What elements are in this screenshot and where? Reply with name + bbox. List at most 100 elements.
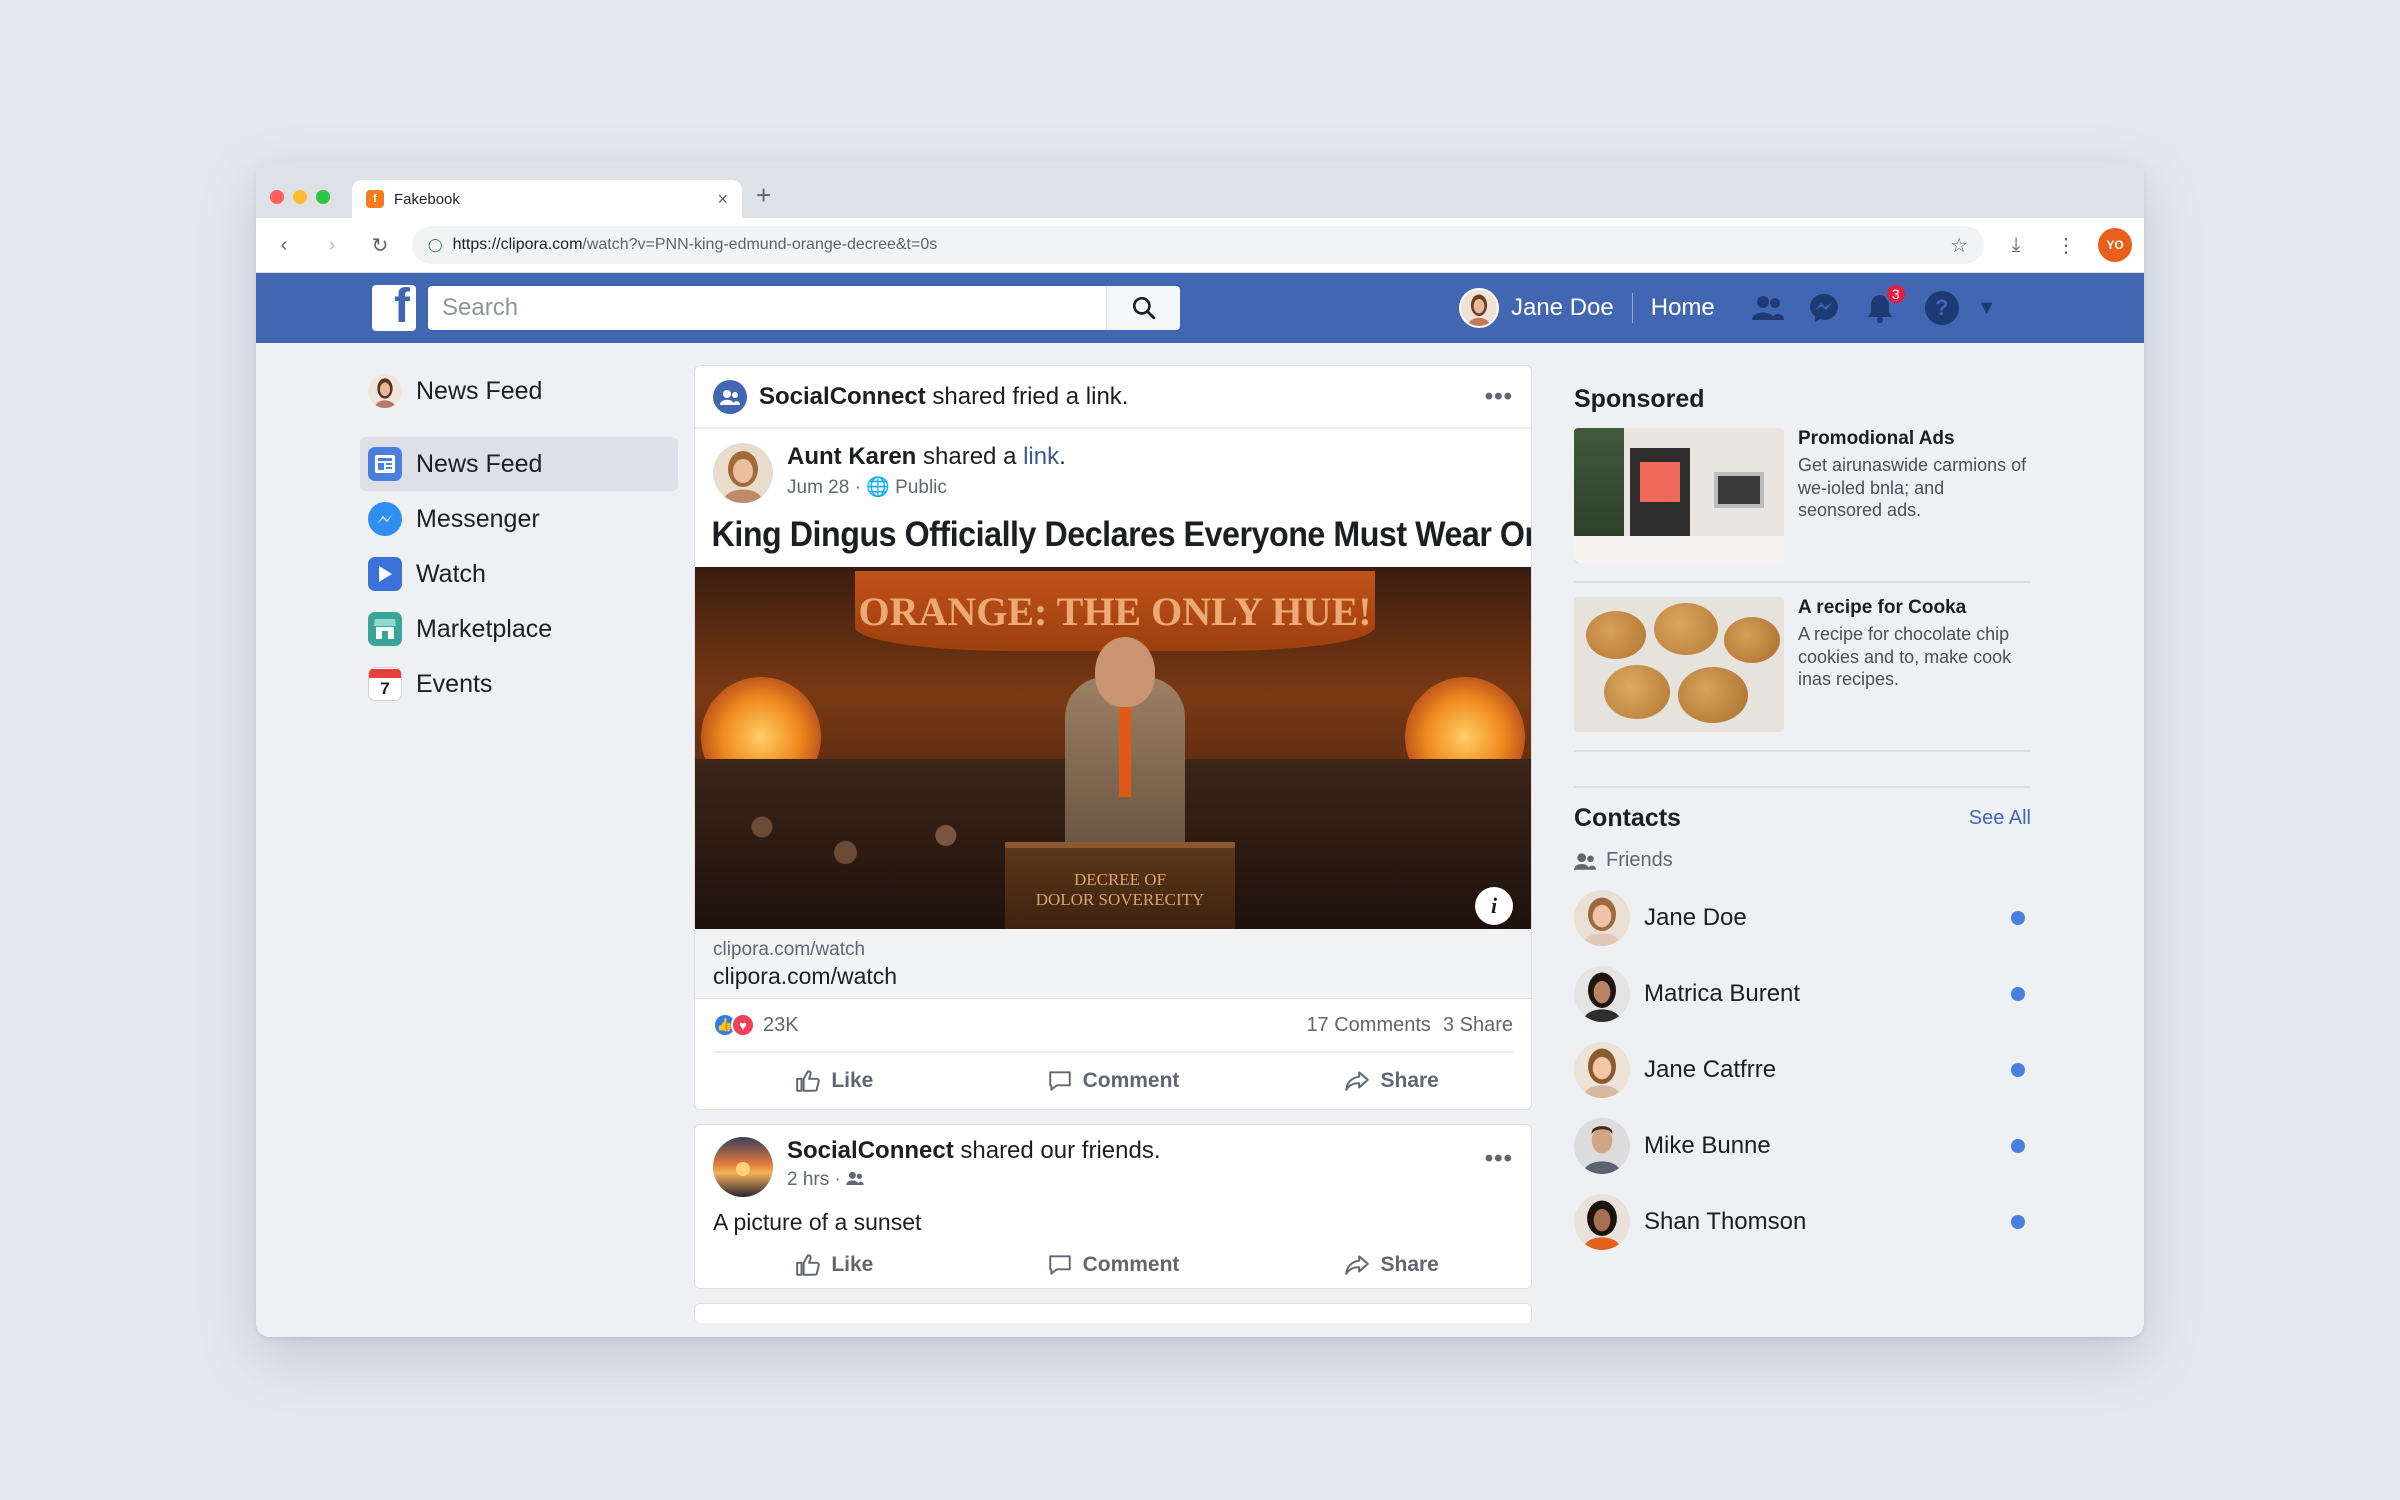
profile-avatar[interactable]: YO <box>2098 228 2132 262</box>
back-icon[interactable]: ‹ <box>268 229 300 261</box>
comment-label: Comment <box>1082 1069 1180 1092</box>
post-meta: 2 hrs · <box>787 1169 1160 1191</box>
meta-separator: · <box>854 477 867 498</box>
share-arrow-icon <box>1345 1071 1370 1091</box>
address-bar[interactable]: ◯ https://clipora.com /watch?v=PNN-king-… <box>412 226 1984 264</box>
sidebar-item-watch[interactable]: Watch <box>360 547 678 601</box>
header-right: Jane Doe Home 3 ? ▼ <box>1459 273 1997 343</box>
sidebar-item-news-feed[interactable]: News Feed <box>360 437 678 491</box>
notifications-bell-icon[interactable]: 3 <box>1861 283 1907 327</box>
group-icon <box>713 379 747 414</box>
post-date-link[interactable]: Jum 28 <box>787 477 849 498</box>
contact-item[interactable]: Jane Doe <box>1574 880 2031 956</box>
like-button[interactable]: Like <box>695 1252 974 1278</box>
globe-icon: 🌐 <box>866 477 890 498</box>
link-preview-caption[interactable]: clipora.com/watch clipora.com/watch <box>695 929 1531 999</box>
reaction-count[interactable]: 23K <box>763 1014 799 1037</box>
sponsored-ad[interactable]: Promodional Ads Get airunaswide carmions… <box>1574 414 2031 583</box>
notification-badge: 3 <box>1884 283 1907 305</box>
sidebar-item-messenger[interactable]: Messenger <box>360 492 678 546</box>
see-all-link[interactable]: See All <box>1969 807 2031 830</box>
author-action-text: shared a <box>916 443 1024 470</box>
share-arrow-icon <box>1345 1255 1370 1275</box>
comment-button[interactable]: Comment <box>974 1252 1253 1278</box>
contact-name: Mike Bunne <box>1644 1132 1771 1159</box>
friend-requests-icon[interactable] <box>1749 289 1787 327</box>
close-tab-icon[interactable]: × <box>717 189 728 210</box>
share-button[interactable]: Share <box>1252 1068 1531 1094</box>
friends-subheading: Friends <box>1574 849 2031 872</box>
news-feed-icon <box>368 447 402 481</box>
share-label: Share <box>1380 1253 1439 1276</box>
reload-icon[interactable]: ↻ <box>364 229 396 261</box>
forward-icon[interactable]: › <box>316 229 348 261</box>
group-name-link[interactable]: SocialConnect <box>787 1137 954 1164</box>
sidebar-item-marketplace[interactable]: Marketplace <box>360 602 678 656</box>
post-text: A picture of a sunset <box>713 1209 922 1235</box>
friends-audience-icon <box>846 1171 864 1185</box>
online-status-dot <box>2011 1063 2025 1077</box>
link-preview-image[interactable]: ORANGE: THE ONLY HUE! DECREE OF DOLOR SO… <box>695 567 1531 929</box>
author-name-link[interactable]: Aunt Karen <box>787 443 916 470</box>
sidebar-item-events[interactable]: 7 Events <box>360 657 678 711</box>
contact-item[interactable]: Shan Thomson <box>1574 1184 2031 1260</box>
share-button[interactable]: Share <box>1252 1252 1531 1278</box>
sidebar-item-label: Events <box>416 669 493 698</box>
sidebar-profile-link[interactable]: News Feed <box>360 363 678 419</box>
user-avatar[interactable] <box>1459 288 1499 328</box>
sunset-avatar[interactable] <box>713 1137 773 1197</box>
calendar-icon: 7 <box>368 667 402 701</box>
sponsored-ad[interactable]: A recipe for Cooka A recipe for chocolat… <box>1574 583 2031 752</box>
podium: DECREE OF DOLOR SOVERECITY <box>1005 842 1235 929</box>
download-icon[interactable]: ⤓ <box>1998 227 2034 263</box>
contact-avatar <box>1574 1194 1630 1250</box>
help-icon[interactable]: ? <box>1924 291 1959 325</box>
new-tab-button[interactable]: + <box>756 180 771 211</box>
bookmark-star-icon[interactable]: ☆ <box>1950 233 1968 258</box>
more-options-icon[interactable]: ••• <box>1485 383 1513 411</box>
page-body: News Feed News Feed Messenger Watch Mark… <box>256 343 2144 1337</box>
post-headline[interactable]: King Dingus Officially Declares Everyone… <box>695 513 1531 567</box>
share-label: Share <box>1380 1069 1439 1092</box>
thumbs-up-icon <box>796 1254 821 1276</box>
contact-item[interactable]: Jane Catfrre <box>1574 1032 2031 1108</box>
sidebar-profile-label: News Feed <box>416 376 543 405</box>
user-name-link[interactable]: Jane Doe <box>1511 294 1614 322</box>
messenger-icon[interactable] <box>1805 289 1843 327</box>
search-input[interactable] <box>428 286 1106 330</box>
search-button[interactable] <box>1106 286 1180 330</box>
shared-link[interactable]: link <box>1023 443 1059 470</box>
contact-name: Jane Catfrre <box>1644 1056 1777 1083</box>
post-time-link[interactable]: 2 hrs <box>787 1169 829 1190</box>
facebook-logo-icon[interactable]: f <box>372 285 416 331</box>
like-button[interactable]: Like <box>695 1068 974 1094</box>
share-count[interactable]: 3 Share <box>1443 1014 1513 1037</box>
kebab-menu-icon[interactable]: ⋮ <box>2048 227 2084 263</box>
more-options-icon[interactable]: ••• <box>1485 1145 1513 1173</box>
watch-play-icon <box>368 557 402 591</box>
header-divider <box>1631 293 1633 323</box>
sidebar-item-label: Marketplace <box>416 614 553 643</box>
group-name-link[interactable]: SocialConnect <box>759 383 926 411</box>
contact-item[interactable]: Mike Bunne <box>1574 1108 2031 1184</box>
close-window-button[interactable] <box>270 190 284 204</box>
comment-bubble-icon <box>1048 1071 1071 1091</box>
comment-button[interactable]: Comment <box>974 1068 1253 1094</box>
minimize-window-button[interactable] <box>293 190 307 204</box>
site-header: f Jane Doe Home 3 ? ▼ <box>256 273 2144 343</box>
maximize-window-button[interactable] <box>316 190 330 204</box>
author-avatar[interactable] <box>713 443 773 503</box>
comment-count[interactable]: 17 Comments <box>1306 1014 1431 1037</box>
home-link[interactable]: Home <box>1651 294 1715 322</box>
contact-item[interactable]: Matrica Burent <box>1574 956 2031 1032</box>
browser-tab[interactable]: f Fakebook × <box>352 180 742 218</box>
contact-name: Jane Doe <box>1644 904 1747 931</box>
account-menu-chevron-down-icon[interactable]: ▼ <box>1977 297 1997 320</box>
post-actions: Like Comment Share <box>695 1242 1531 1288</box>
post-meta: Jum 28 · 🌐 Public <box>787 475 1066 499</box>
info-icon[interactable]: i <box>1475 887 1513 925</box>
ad-description: A recipe for chocolate chip cookies and … <box>1798 624 2012 689</box>
news-feed: SocialConnect shared fried a link. ••• A… <box>694 365 1532 1323</box>
speaker-head <box>1095 637 1155 707</box>
site-info-icon[interactable]: ◯ <box>428 237 443 253</box>
